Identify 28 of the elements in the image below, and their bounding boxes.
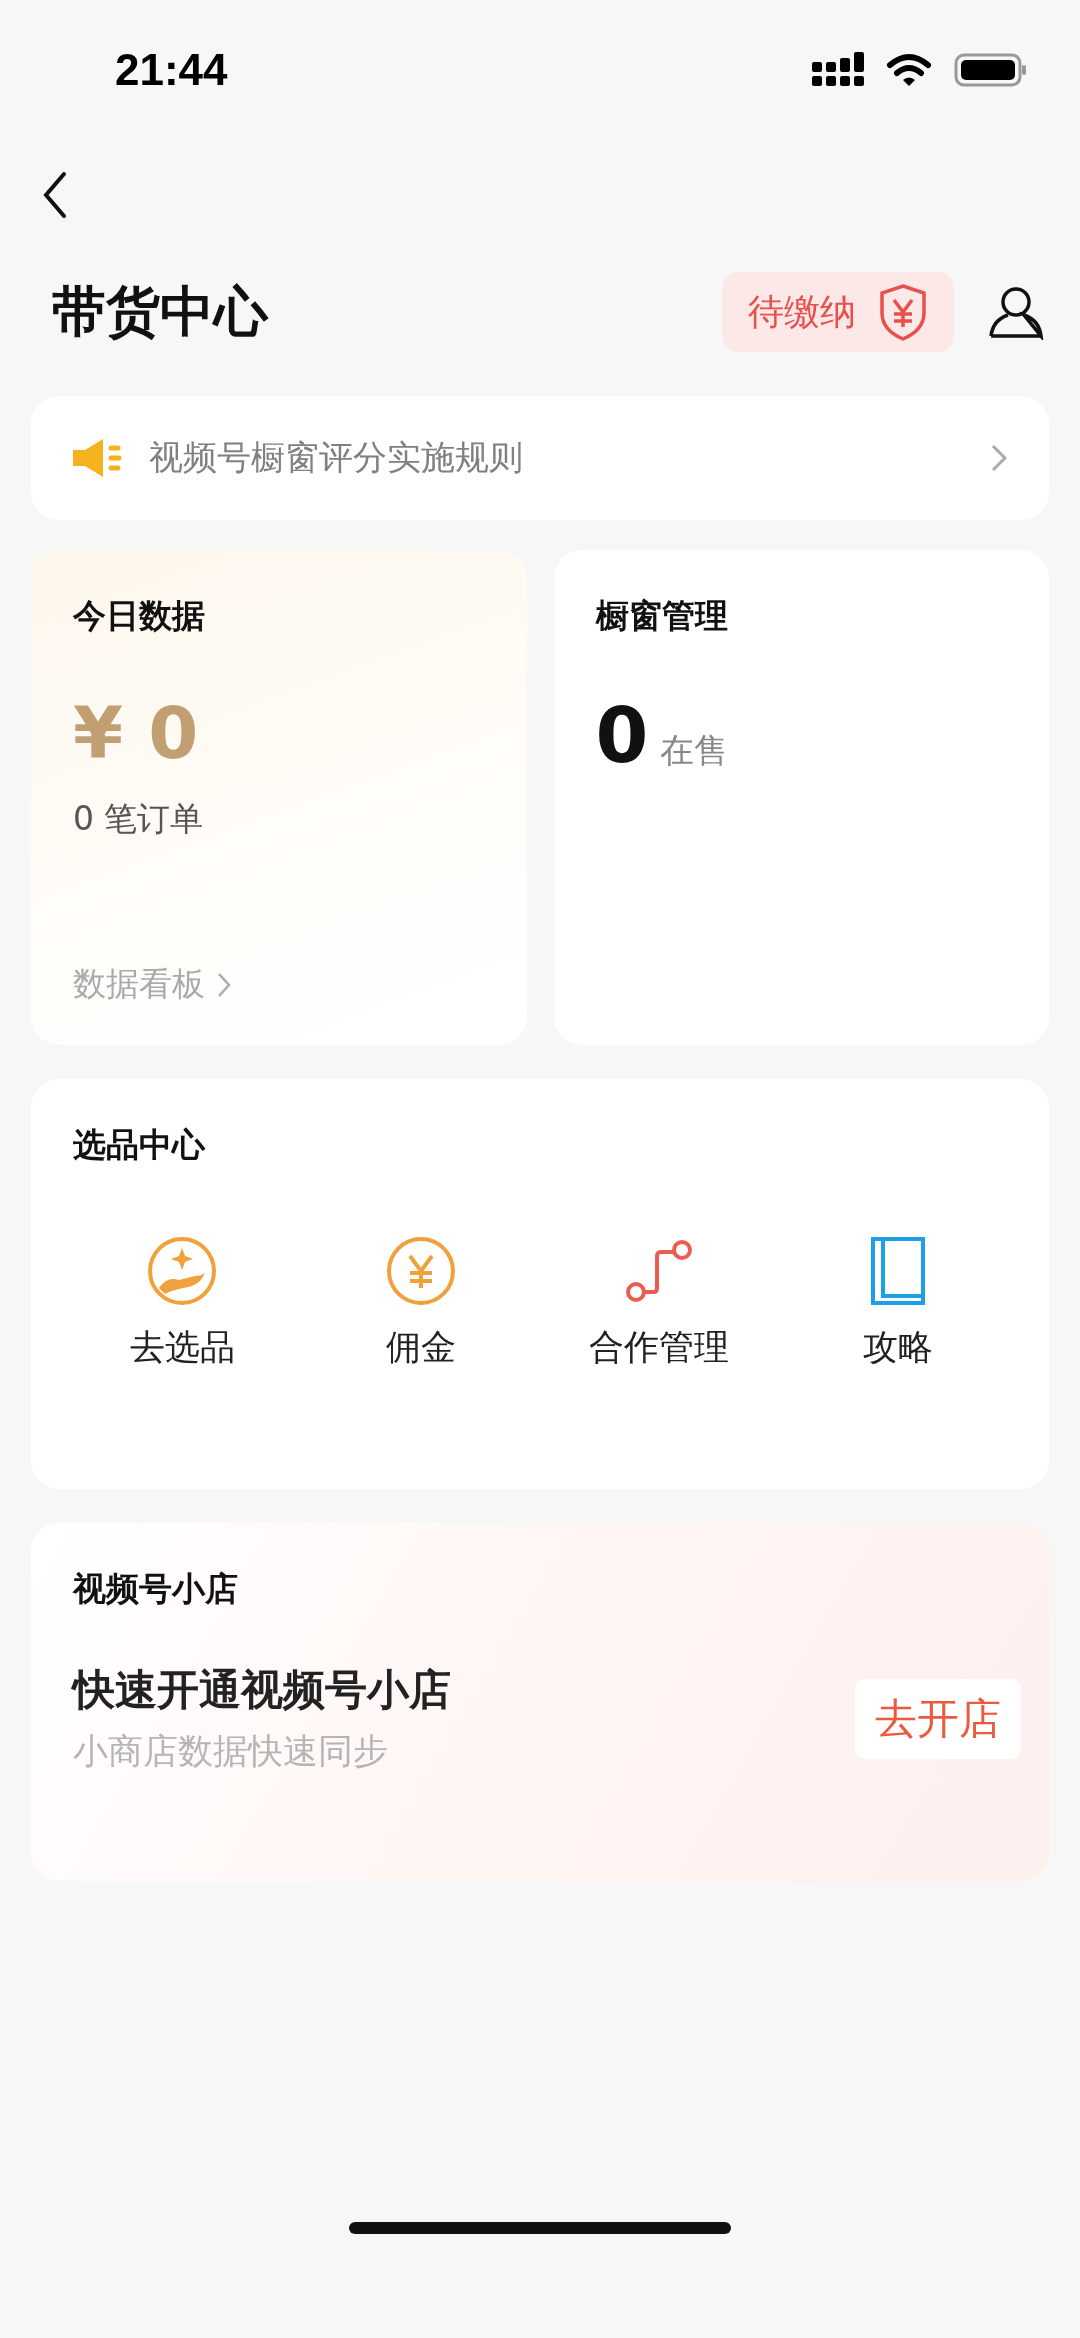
section-title: 视频号小店 (73, 1568, 239, 1610)
yen-coin-icon (385, 1236, 456, 1306)
notice-text: 视频号橱窗评分实施规则 (149, 436, 524, 479)
tool-item[interactable]: 合作管理 (540, 1236, 779, 1371)
tool-item[interactable]: 去选品 (63, 1236, 302, 1371)
order-count: 0 笔订单 (73, 798, 205, 840)
on-sale-label: 在售 (660, 729, 729, 772)
battery-icon (954, 53, 1028, 87)
chevron-right-icon (991, 444, 1007, 472)
wifi-icon (886, 53, 932, 87)
page-title: 带货中心 (52, 278, 270, 345)
card-title: 橱窗管理 (595, 595, 729, 637)
shop-headline: 快速开通视频号小店 (73, 1664, 452, 1716)
section-title: 选品中心 (73, 1124, 207, 1166)
speaker-icon (71, 436, 123, 480)
on-sale-count: 0 (595, 691, 649, 780)
notice-bar[interactable]: 视频号橱窗评分实施规则 (31, 396, 1049, 520)
window-management-card[interactable]: 橱窗管理 0 在售 (553, 550, 1049, 1045)
shield-icon (878, 283, 928, 341)
chevron-right-icon (217, 971, 231, 998)
shop-subtitle: 小商店数据快速同步 (73, 1730, 389, 1773)
card-title: 今日数据 (73, 595, 206, 637)
profile-icon[interactable] (988, 284, 1044, 340)
sales-amount: ¥ 0 (73, 691, 200, 775)
clock-time: 21:44 (115, 45, 228, 95)
signal-icon (812, 52, 864, 88)
tool-item[interactable]: 攻略 (778, 1236, 1017, 1371)
tool-item[interactable]: 佣金 (301, 1236, 540, 1371)
